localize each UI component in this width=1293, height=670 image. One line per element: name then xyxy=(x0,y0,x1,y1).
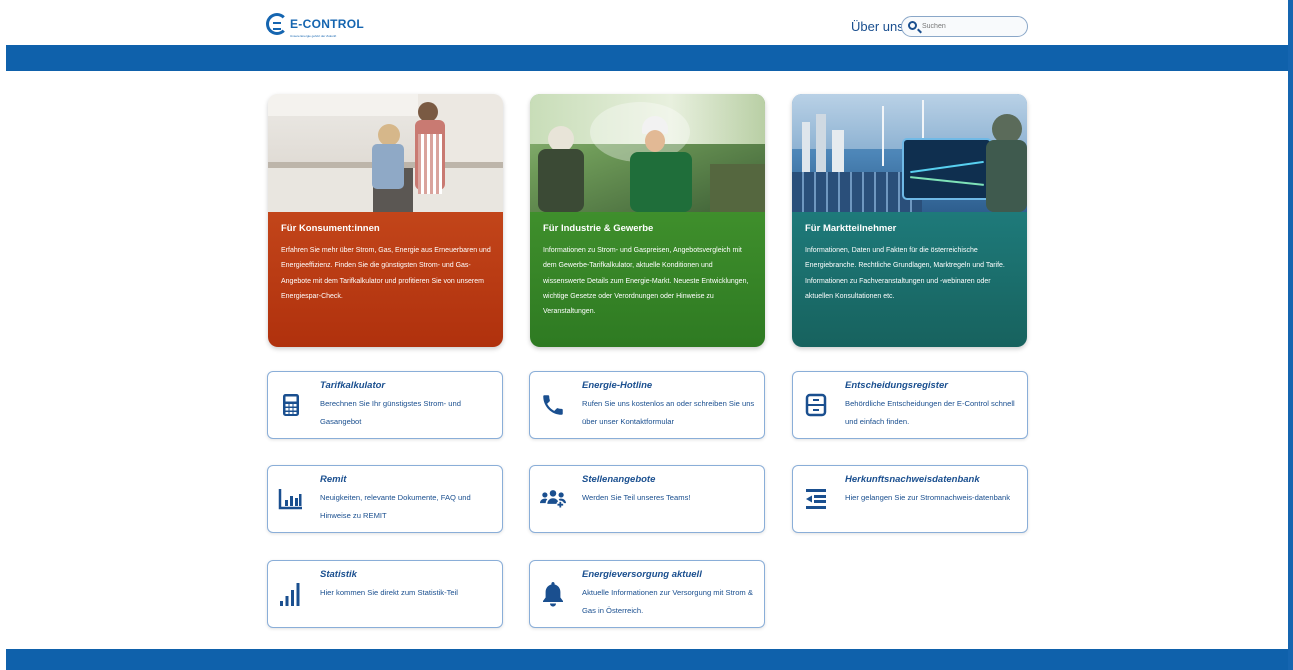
card-herkunftsnachweisdatenbank[interactable]: Herkunftsnachweisdatenbank Hier gelangen… xyxy=(792,465,1028,533)
team-add-icon xyxy=(540,486,566,512)
card-title: Herkunftsnachweisdatenbank xyxy=(845,474,980,485)
card-text: Neuigkeiten, relevante Dokumente, FAQ un… xyxy=(320,493,471,520)
card-statistik[interactable]: Statistik Hier kommen Sie direkt zum Sta… xyxy=(267,560,503,628)
signal-bars-icon xyxy=(278,581,304,607)
page-scrollbar[interactable] xyxy=(1288,0,1293,670)
footer-band xyxy=(6,649,1288,670)
industry-photo xyxy=(530,94,765,212)
register-icon xyxy=(803,392,829,418)
card-remit[interactable]: Remit Neuigkeiten, relevante Dokumente, … xyxy=(267,465,503,533)
site-header: E-CONTROL Unsere Energie gehört der Zuku… xyxy=(0,0,1288,44)
card-stellenangebote[interactable]: Stellenangebote Werden Sie Teil unseres … xyxy=(529,465,765,533)
card-tarifkalkulator[interactable]: Tarifkalkulator Berechnen Sie Ihr günsti… xyxy=(267,371,503,439)
about-us-link[interactable]: Über uns xyxy=(851,19,904,34)
card-energie-hotline[interactable]: Energie-Hotline Rufen Sie uns kostenlos … xyxy=(529,371,765,439)
card-text: Werden Sie Teil unseres Teams! xyxy=(582,493,691,502)
card-text: Aktuelle Informationen zur Versorgung mi… xyxy=(582,588,753,615)
market-photo xyxy=(792,94,1027,212)
card-title: Stellenangebote xyxy=(582,474,656,485)
calculator-icon xyxy=(278,392,304,418)
card-title: Für Industrie & Gewerbe xyxy=(543,223,654,234)
kitchen-photo xyxy=(268,94,503,212)
card-title: Energieversorgung aktuell xyxy=(582,569,702,580)
phone-icon xyxy=(540,392,566,418)
card-market[interactable]: Für Marktteilnehmer Informationen, Daten… xyxy=(792,94,1027,347)
card-text: Informationen, Daten und Fakten für die … xyxy=(805,247,1005,300)
card-title: Für Konsument:innen xyxy=(281,223,380,234)
bar-chart-icon xyxy=(278,486,304,512)
logo-mark-icon xyxy=(266,13,288,35)
card-text: Behördliche Entscheidungen der E-Control… xyxy=(845,399,1015,426)
logo-subtext: Unsere Energie gehört der Zukunft xyxy=(290,34,337,38)
hero-band xyxy=(6,45,1288,71)
card-text: Informationen zu Strom- und Gaspreisen, … xyxy=(543,247,749,316)
card-title: Remit xyxy=(320,474,347,485)
card-title: Statistik xyxy=(320,569,357,580)
card-consumers[interactable]: Für Konsument:innen Erfahren Sie mehr üb… xyxy=(268,94,503,347)
card-text: Berechnen Sie Ihr günstigstes Strom- und… xyxy=(320,399,461,426)
card-title: Tarifkalkulator xyxy=(320,380,386,391)
search-box[interactable] xyxy=(901,16,1028,37)
card-industry[interactable]: Für Industrie & Gewerbe Informationen zu… xyxy=(530,94,765,347)
e-control-logo[interactable]: E-CONTROL Unsere Energie gehört der Zuku… xyxy=(266,13,365,38)
search-input[interactable] xyxy=(922,19,1022,34)
card-text: Rufen Sie uns kostenlos an oder schreibe… xyxy=(582,399,755,426)
list-indent-icon xyxy=(803,486,829,512)
card-text: Hier kommen Sie direkt zum Statistik-Tei… xyxy=(320,588,458,597)
card-energieversorgung-aktuell[interactable]: Energieversorgung aktuell Aktuelle Infor… xyxy=(529,560,765,628)
card-title: Für Marktteilnehmer xyxy=(805,223,897,234)
card-text: Erfahren Sie mehr über Strom, Gas, Energ… xyxy=(281,247,491,300)
card-title: Energie-Hotline xyxy=(582,380,653,391)
search-icon[interactable] xyxy=(908,21,917,30)
bell-icon xyxy=(540,581,566,607)
card-text: Hier gelangen Sie zur Stromnachweis-date… xyxy=(845,493,1011,502)
card-entscheidungsregister[interactable]: Entscheidungsregister Behördliche Entsch… xyxy=(792,371,1028,439)
card-title: Entscheidungsregister xyxy=(845,380,948,391)
logo-text: E-CONTROL xyxy=(290,17,365,31)
